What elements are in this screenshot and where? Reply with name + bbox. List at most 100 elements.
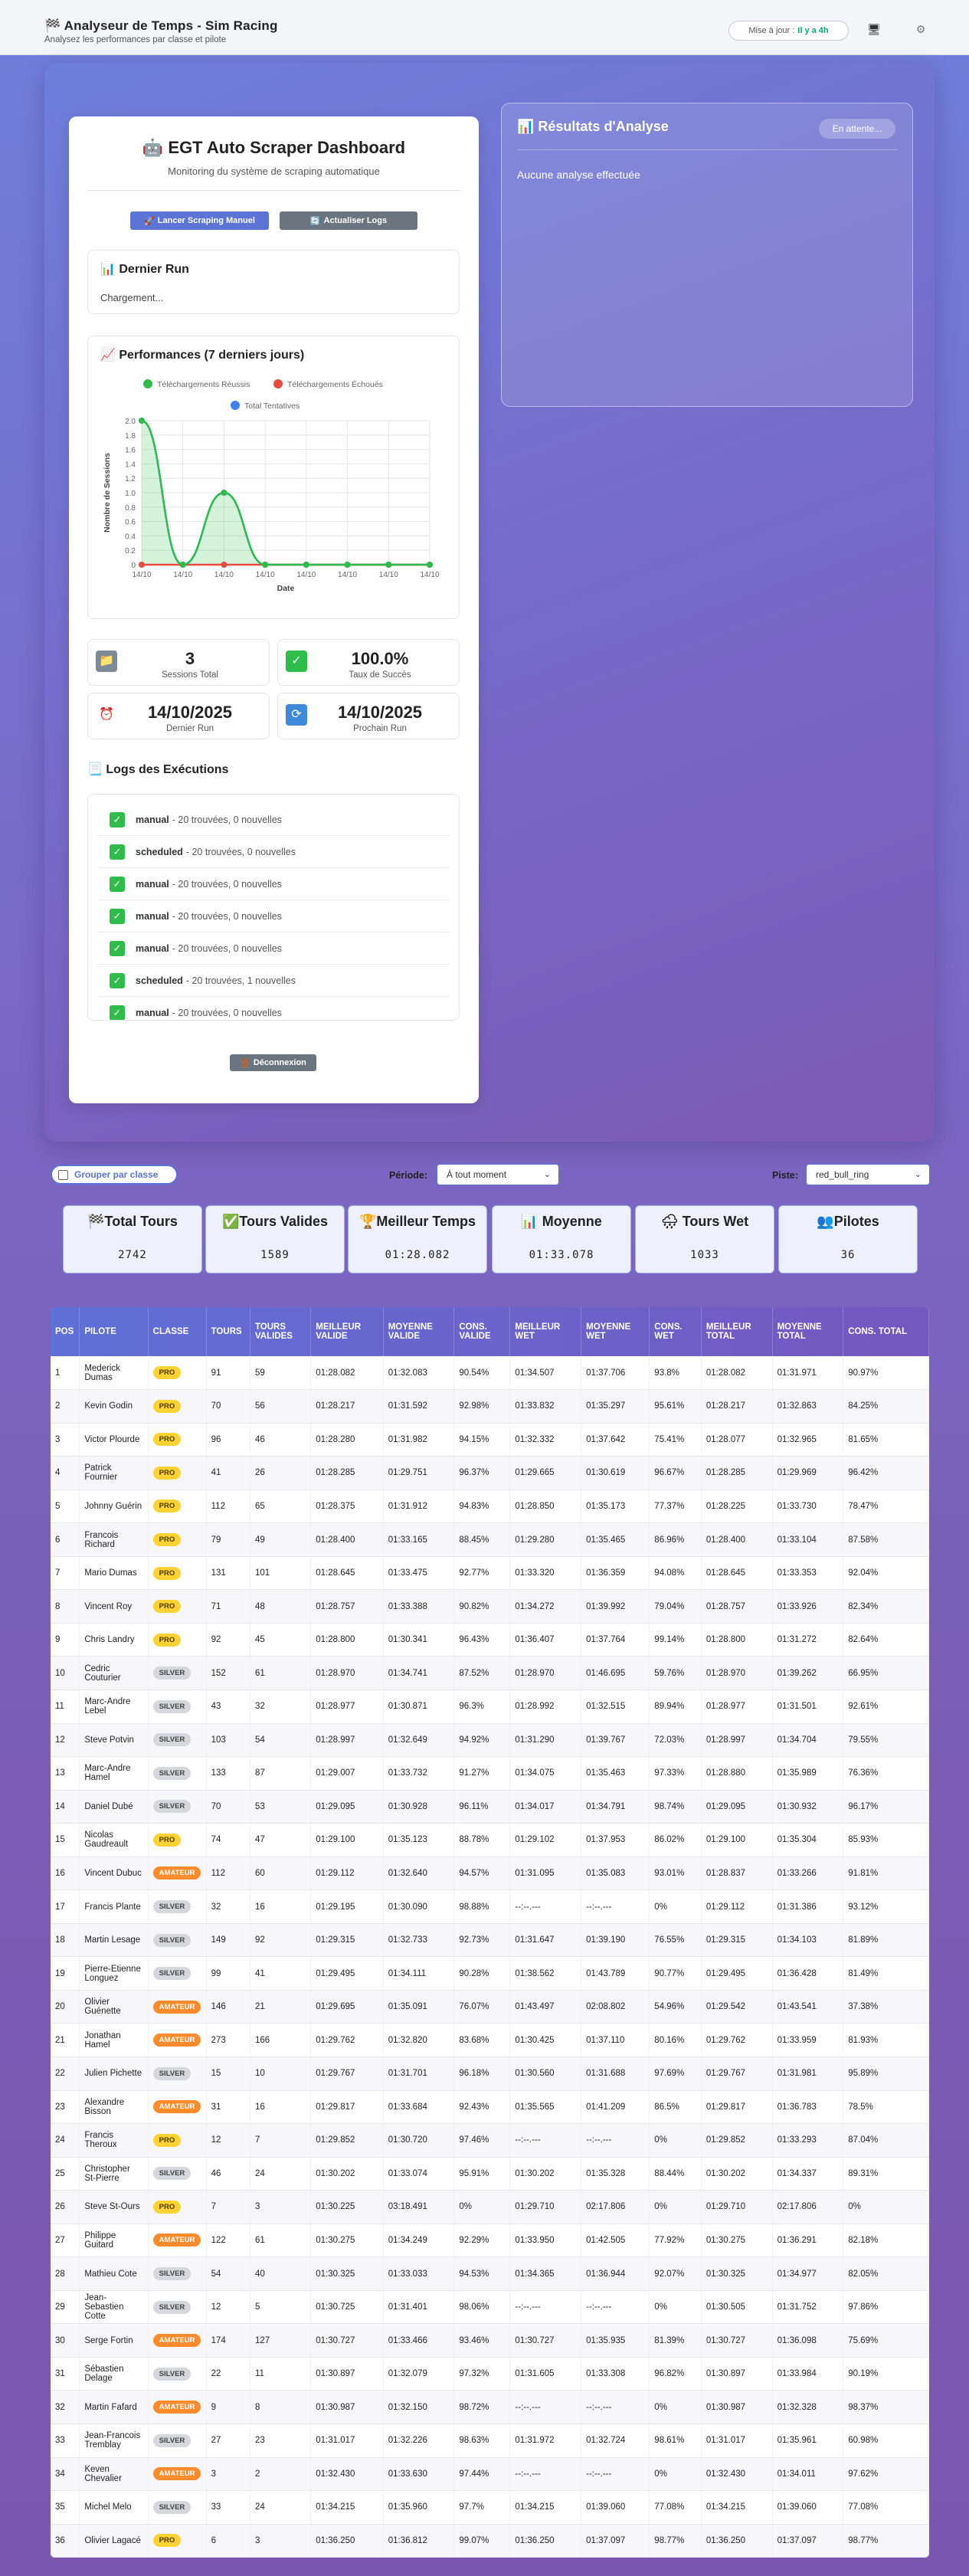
table-cell: 92.98% (453, 1389, 511, 1424)
column-header[interactable]: MEILLEUR VALIDE (310, 1307, 384, 1356)
log-mode: scheduled (136, 846, 183, 857)
table-cell: 88.78% (453, 1823, 511, 1857)
table-cell: 90.28% (453, 1956, 511, 1991)
table-cell: 01:28.977 (310, 1689, 384, 1724)
table-cell: 1 (51, 1356, 80, 1391)
table-row[interactable]: 22 Julien Pichette SILVER 15 10 01:29.767 01:3… (51, 2057, 929, 2091)
table-row[interactable]: 19 Pierre-Etienne Longuez SILVER 99 41 01:29.… (51, 1956, 929, 1991)
table-row[interactable]: 11 Marc-Andre Lebel SILVER 43 32 01:28.977 01:… (51, 1689, 929, 1724)
column-header[interactable]: MOYENNE WET (581, 1307, 650, 1356)
table-row[interactable]: 2 Kevin Godin PRO 70 56 01:28.217 01:31.592 92.… (51, 1389, 929, 1424)
monitor-icon[interactable]: 🖥 (866, 23, 882, 37)
table-cell: 99.07% (453, 2524, 511, 2558)
table-row[interactable]: 18 Martin Lesage SILVER 149 92 01:29.315 01:32… (51, 1923, 929, 1958)
column-header[interactable]: CONS. TOTAL (843, 1307, 929, 1356)
kpi-value: 1033 (690, 1249, 719, 1261)
table-row[interactable]: 31 Sébastien Delage SILVER 22 11 01:30.897 01:… (51, 2357, 929, 2391)
table-cell: 98.72% (453, 2390, 511, 2424)
table-row[interactable]: 17 Francis Plante SILVER 32 16 01:29.195 01:30… (51, 1889, 929, 1924)
table-cell: 12 (206, 2290, 250, 2325)
column-header[interactable]: MOYENNE VALIDE (383, 1307, 455, 1356)
refresh-logs-button[interactable]: 🔄 Actualiser Logs (280, 211, 417, 230)
table-row[interactable]: 21 Jonathan Hamel AMATEUR 273 166 01:29.762 01… (51, 2023, 929, 2057)
class-badge: SILVER (152, 1900, 192, 1914)
table-row[interactable]: 34 Keven Chevalier AMATEUR 3 2 01:32.430 01:33… (51, 2457, 929, 2492)
class-cell: AMATEUR (148, 2457, 207, 2492)
table-row[interactable]: 23 Alexandre Bisson AMATEUR 31 16 01:29.817 01… (51, 2090, 929, 2125)
gear-icon[interactable]: ⚙ (913, 23, 928, 37)
table-row[interactable]: 6 Francois Richard PRO 79 49 01:28.400 01:33.1… (51, 1522, 929, 1557)
table-cell: 46 (250, 1423, 312, 1457)
table-cell: 01:29.817 (310, 2090, 384, 2125)
table-row[interactable]: 20 Olivier Guénette AMATEUR 146 21 01:29.695 0… (51, 1990, 929, 2024)
table-cell: 91 (206, 1356, 250, 1391)
table-cell: 97.69% (649, 2057, 702, 2091)
table-row[interactable]: 24 Francis Theroux PRO 12 7 01:29.852 01:30.72… (51, 2123, 929, 2158)
table-cell: 01:31.752 (772, 2290, 844, 2325)
x-tick-label: 14/10 (338, 571, 357, 579)
column-header[interactable]: CONS. VALIDE (453, 1307, 511, 1356)
table-row[interactable]: 16 Vincent Dubuc AMATEUR 112 60 01:29.112 01:3… (51, 1857, 929, 1891)
table-row[interactable]: 36 Olivier Lagacé PRO 6 3 01:36.250 01:36.812 9… (51, 2524, 929, 2558)
column-header[interactable]: TOURS VALIDES (250, 1307, 312, 1356)
column-header[interactable]: POS (51, 1307, 80, 1356)
table-cell: 94.08% (649, 1556, 702, 1591)
table-row[interactable]: 13 Marc-Andre Hamel SILVER 133 87 01:29.007 01… (51, 1756, 929, 1791)
table-row[interactable]: 12 Steve Potvin SILVER 103 54 01:28.997 01:32.… (51, 1723, 929, 1758)
column-header[interactable]: MEILLEUR TOTAL (701, 1307, 773, 1356)
table-row[interactable]: 15 Nicolas Gaudreault PRO 74 47 01:29.100 01:3… (51, 1823, 929, 1857)
table-cell: 87.52% (453, 1656, 511, 1690)
class-cell: AMATEUR (148, 2224, 207, 2258)
kpi-title: ✅Tours Valides (221, 1214, 329, 1229)
logout-button[interactable]: 🚪 Déconnexion (230, 1054, 316, 1071)
table-cell: 01:28.217 (310, 1389, 384, 1424)
period-select[interactable]: À tout moment ⌄ (437, 1164, 559, 1185)
table-row[interactable]: 26 Steve St-Ours PRO 7 3 01:30.225 03:18.491 0%… (51, 2190, 929, 2224)
table-row[interactable]: 33 Jean-Francois Tremblay SILVER 27 23 01:31.… (51, 2424, 929, 2458)
class-badge: SILVER (152, 1699, 192, 1713)
table-row[interactable]: 32 Martin Fafard AMATEUR 9 8 01:30.987 01:32.1… (51, 2390, 929, 2424)
class-badge: SILVER (152, 2267, 192, 2281)
table-cell: 22 (206, 2357, 250, 2391)
group-by-class-toggle[interactable]: Grouper par classe (51, 1165, 178, 1185)
table-cell: 01:32.820 (383, 2023, 455, 2057)
table-row[interactable]: 1 Mederick Dumas PRO 91 59 01:28.082 01:32.083… (51, 1356, 929, 1391)
column-header[interactable]: CLASSE (148, 1307, 207, 1356)
table-row[interactable]: 29 Jean-Sebastien Cotte SILVER 12 5 01:30.725… (51, 2290, 929, 2325)
column-header[interactable]: MOYENNE TOTAL (772, 1307, 844, 1356)
table-row[interactable]: 35 Michel Melo SILVER 33 24 01:34.215 01:35.96… (51, 2490, 929, 2525)
table-cell: 01:29.695 (310, 1990, 384, 2024)
column-header[interactable]: TOURS (206, 1307, 250, 1356)
table-cell: 92.61% (843, 1689, 929, 1724)
table-row[interactable]: 8 Vincent Roy PRO 71 48 01:28.757 01:33.388 90.… (51, 1589, 929, 1624)
table-row[interactable]: 7 Mario Dumas PRO 131 101 01:28.645 01:33.475 9… (51, 1556, 929, 1591)
column-header[interactable]: MEILLEUR WET (509, 1307, 582, 1356)
table-cell: 89.31% (843, 2157, 929, 2191)
column-header[interactable]: PILOTE (79, 1307, 149, 1356)
table-row[interactable]: 4 Patrick Fournier PRO 41 26 01:28.285 01:29.7… (51, 1456, 929, 1490)
y-axis-label: Nombre de Sessions (103, 453, 112, 533)
manual-scrape-button[interactable]: 🚀 Lancer Scraping Manuel (130, 211, 269, 230)
table-row[interactable]: 9 Chris Landry PRO 92 45 01:28.800 01:30.341 96… (51, 1623, 929, 1657)
stat-success-rate: ✓ 100.0% Taux de Succès (277, 639, 460, 686)
table-cell: 98.63% (453, 2424, 511, 2458)
class-badge: PRO (152, 1600, 182, 1614)
table-row[interactable]: 3 Victor Plourde PRO 96 46 01:28.280 01:31.982… (51, 1423, 929, 1457)
logs-title: 📃 Logs des Exécutions (87, 763, 229, 776)
table-cell: 26 (51, 2190, 80, 2224)
table-row[interactable]: 5 Johnny Guérin PRO 112 65 01:28.375 01:31.912… (51, 1490, 929, 1524)
checkbox[interactable] (58, 1169, 68, 1180)
table-cell: 01:34.215 (509, 2490, 582, 2525)
table-cell: Steve St-Ours (79, 2190, 149, 2224)
table-cell: 01:31.592 (383, 1389, 455, 1424)
track-select[interactable]: red_bull_ring ⌄ (806, 1164, 930, 1185)
column-header[interactable]: CONS. WET (649, 1307, 702, 1356)
table-row[interactable]: 27 Philippe Guitard AMATEUR 122 61 01:30.275 0… (51, 2224, 929, 2258)
table-row[interactable]: 30 Serge Fortin AMATEUR 174 127 01:30.727 01:3… (51, 2323, 929, 2358)
table-row[interactable]: 10 Cedric Couturier SILVER 152 61 01:28.970 01… (51, 1656, 929, 1690)
table-row[interactable]: 14 Daniel Dubé SILVER 70 53 01:29.095 01:30.92… (51, 1790, 929, 1824)
table-cell: 94.57% (453, 1857, 511, 1891)
table-row[interactable]: 28 Mathieu Cote SILVER 54 40 01:30.325 01:33.0… (51, 2256, 929, 2291)
table-row[interactable]: 25 Christopher St-Pierre SILVER 46 24 01:30.2… (51, 2157, 929, 2191)
log-entry: ✓ manual - 20 trouvées, 0 nouvelles (97, 900, 450, 932)
